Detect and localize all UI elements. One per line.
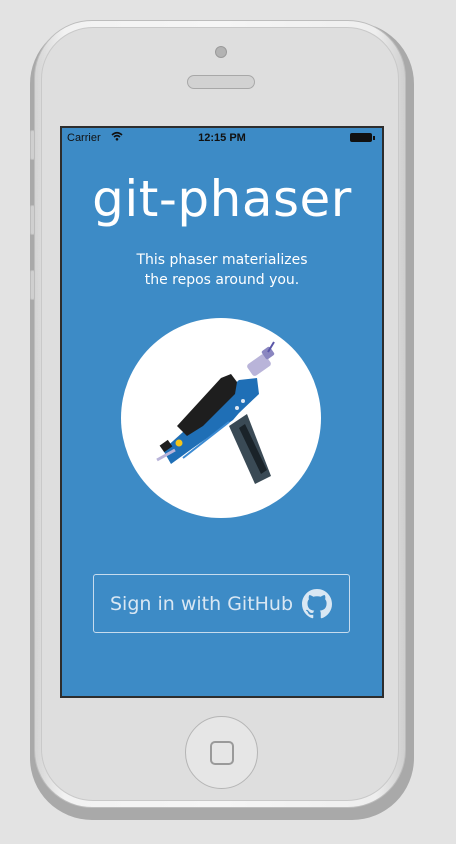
status-time: 12:15 PM [198, 132, 246, 144]
earpiece-speaker [187, 75, 255, 89]
battery-icon [350, 133, 372, 142]
app-logo [121, 318, 321, 518]
tagline-line-1: This phaser materializes [136, 252, 308, 268]
mute-switch [30, 130, 35, 160]
home-button-icon [210, 741, 234, 765]
sign-in-label: Sign in with GitHub [110, 593, 294, 615]
github-icon [302, 589, 332, 619]
phaser-icon [156, 341, 275, 484]
tagline-line-2: the repos around you. [144, 272, 300, 288]
volume-down-button [30, 270, 35, 300]
front-camera [215, 46, 227, 58]
app-screen: Carrier 12:15 PM git-phaser This phaser … [62, 128, 382, 696]
tagline: This phaser materializes the repos aroun… [102, 250, 342, 290]
app-title: git-phaser [92, 170, 352, 228]
volume-up-button [30, 205, 35, 235]
status-bar: Carrier 12:15 PM [62, 128, 382, 148]
sign-in-with-github-button[interactable]: Sign in with GitHub [93, 574, 350, 633]
battery-tip [373, 136, 375, 140]
